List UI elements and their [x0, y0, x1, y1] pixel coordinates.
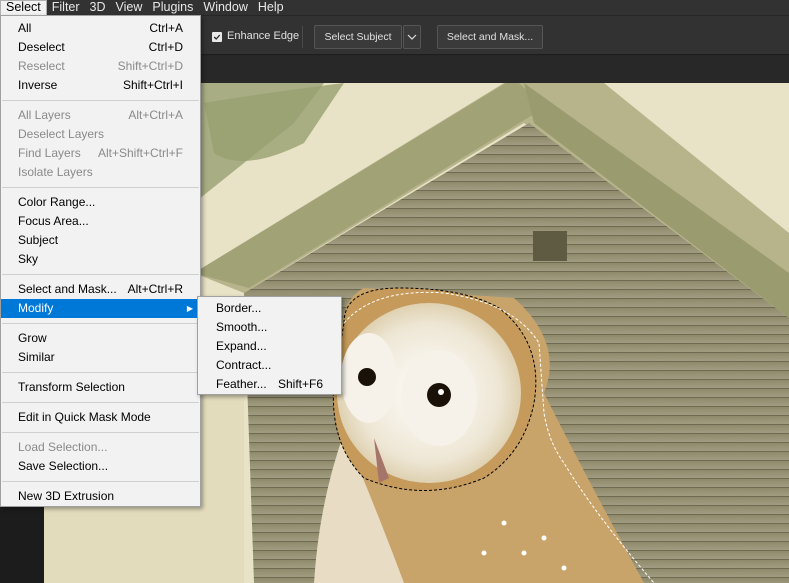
menu-item-label: Deselect Layers: [18, 127, 105, 141]
submenu-item-border[interactable]: Border...: [198, 299, 341, 318]
menu-item-color-range[interactable]: Color Range...: [1, 193, 200, 212]
menu-item-label: Save Selection...: [18, 459, 109, 473]
menu-item-sky[interactable]: Sky: [1, 250, 200, 269]
submenu-item-shortcut: Shift+F6: [278, 377, 324, 391]
enhance-edge-checkbox[interactable]: [212, 32, 222, 42]
menu-item-find-layers: Find Layers Alt+Shift+Ctrl+F: [1, 144, 200, 163]
submenu-item-feather[interactable]: Feather... Shift+F6: [198, 375, 341, 394]
menu-item-select-and-mask[interactable]: Select and Mask... Alt+Ctrl+R: [1, 280, 200, 299]
menu-item-save-selection[interactable]: Save Selection...: [1, 457, 200, 476]
menu-divider: [2, 481, 199, 482]
submenu-item-label: Smooth...: [216, 320, 268, 334]
menu-item-load-selection: Load Selection...: [1, 438, 200, 457]
select-and-mask-button[interactable]: Select and Mask...: [437, 25, 543, 49]
submenu-item-contract[interactable]: Contract...: [198, 356, 341, 375]
menu-item-label: Find Layers: [18, 146, 81, 160]
menu-3d[interactable]: 3D: [85, 0, 111, 15]
select-subject-button[interactable]: Select Subject: [314, 25, 402, 49]
submenu-item-label: Feather...: [216, 377, 267, 391]
menu-item-all-layers: All Layers Alt+Ctrl+A: [1, 106, 200, 125]
menu-item-label: Inverse: [18, 78, 58, 92]
menu-item-shortcut: Shift+Ctrl+I: [122, 78, 183, 92]
menu-item-deselect-layers: Deselect Layers: [1, 125, 200, 144]
menu-item-shortcut: Ctrl+A: [149, 21, 183, 35]
menu-item-deselect[interactable]: Deselect Ctrl+D: [1, 38, 200, 57]
menu-item-label: Color Range...: [18, 195, 96, 209]
menu-item-shortcut: Alt+Shift+Ctrl+F: [97, 146, 183, 160]
menu-item-isolate-layers: Isolate Layers: [1, 163, 200, 182]
menu-item-label: Sky: [18, 252, 39, 266]
menu-item-label: New 3D Extrusion: [18, 489, 115, 503]
chevron-down-icon: [407, 34, 417, 40]
menu-item-label: Focus Area...: [18, 214, 89, 228]
menu-item-label: All Layers: [18, 108, 71, 122]
menu-item-label: Deselect: [18, 40, 65, 54]
submenu-arrow-icon: ▶: [186, 304, 193, 313]
modify-submenu: Border... Smooth... Expand... Contract..…: [197, 296, 342, 395]
menu-divider: [2, 402, 199, 403]
menu-item-label: Select and Mask...: [18, 282, 117, 296]
menu-help[interactable]: Help: [253, 0, 289, 15]
menu-divider: [2, 372, 199, 373]
submenu-item-label: Border...: [216, 301, 262, 315]
menu-plugins[interactable]: Plugins: [147, 0, 198, 15]
select-subject-dropdown-button[interactable]: [403, 25, 421, 49]
menu-item-similar[interactable]: Similar: [1, 348, 200, 367]
enhance-edge-label: Enhance Edge: [227, 30, 300, 42]
menu-filter[interactable]: Filter: [47, 0, 85, 15]
menu-item-reselect: Reselect Shift+Ctrl+D: [1, 57, 200, 76]
menu-divider: [2, 432, 199, 433]
menu-divider: [2, 274, 199, 275]
submenu-item-expand[interactable]: Expand...: [198, 337, 341, 356]
submenu-item-smooth[interactable]: Smooth...: [198, 318, 341, 337]
menu-item-label: All: [18, 21, 32, 35]
menu-item-shortcut: Shift+Ctrl+D: [117, 59, 183, 73]
menu-divider: [2, 187, 199, 188]
submenu-item-label: Expand...: [216, 339, 267, 353]
menu-item-new-3d-extrusion[interactable]: New 3D Extrusion: [1, 487, 200, 506]
submenu-item-label: Contract...: [216, 358, 272, 372]
menu-item-label: Similar: [18, 350, 55, 364]
select-menu-dropdown: All Ctrl+A Deselect Ctrl+D Reselect Shif…: [0, 15, 201, 507]
menu-item-inverse[interactable]: Inverse Shift+Ctrl+I: [1, 76, 200, 95]
menu-item-modify[interactable]: Modify ▶: [1, 299, 200, 318]
menu-item-label: Isolate Layers: [18, 165, 93, 179]
menu-item-label: Modify: [18, 301, 54, 315]
menu-item-shortcut: Alt+Ctrl+R: [127, 282, 183, 296]
menu-window[interactable]: Window: [198, 0, 252, 15]
menu-bar: Select Filter 3D View Plugins Window Hel…: [0, 0, 789, 15]
menu-divider: [2, 100, 199, 101]
menu-item-label: Subject: [18, 233, 59, 247]
checkmark-icon: [213, 34, 221, 40]
document-tab-strip: [200, 56, 789, 83]
menu-item-label: Edit in Quick Mask Mode: [18, 410, 151, 424]
menu-item-label: Load Selection...: [18, 440, 108, 454]
menu-item-quick-mask[interactable]: Edit in Quick Mask Mode: [1, 408, 200, 427]
menu-item-all[interactable]: All Ctrl+A: [1, 19, 200, 38]
menu-select[interactable]: Select: [0, 0, 47, 15]
menu-item-focus-area[interactable]: Focus Area...: [1, 212, 200, 231]
menu-item-subject[interactable]: Subject: [1, 231, 200, 250]
menu-item-label: Transform Selection: [18, 380, 125, 394]
menu-item-transform-selection[interactable]: Transform Selection: [1, 378, 200, 397]
menu-item-shortcut: Ctrl+D: [148, 40, 183, 54]
options-separator: [302, 26, 303, 48]
menu-item-shortcut: Alt+Ctrl+A: [128, 108, 183, 122]
menu-item-label: Reselect: [18, 59, 65, 73]
menu-divider: [2, 323, 199, 324]
menu-view[interactable]: View: [111, 0, 148, 15]
menu-item-grow[interactable]: Grow: [1, 329, 200, 348]
menu-item-label: Grow: [18, 331, 47, 345]
